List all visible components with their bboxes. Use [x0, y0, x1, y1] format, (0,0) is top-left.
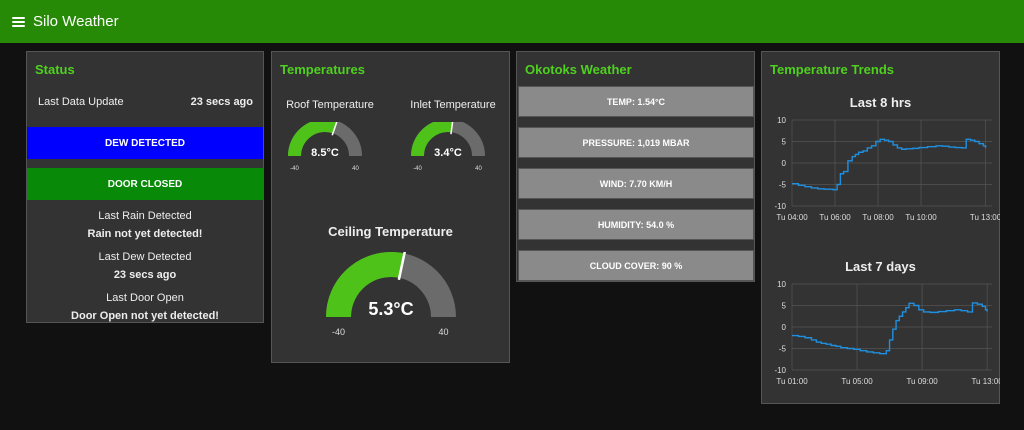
weather-card: Okotoks Weather TEMP: 1.54°C PRESSURE: 1…: [516, 51, 755, 282]
last-rain-label: Last Rain Detected: [98, 210, 192, 222]
dew-detected-button[interactable]: DEW DETECTED: [27, 127, 263, 159]
weather-title: Okotoks Weather: [525, 62, 632, 77]
trend-7days-chart: 10 5 0 -5 -10 Tu 01:00 Tu 05:00 Tu 09:00 Tu 13:0…: [774, 280, 1000, 386]
gauge-min-label: -40: [290, 166, 299, 172]
inlet-temperature-label: Inlet Temperature: [410, 99, 496, 111]
last-door-label: Last Door Open: [106, 292, 184, 304]
inlet-temperature-gauge: 3.4°C -40 40: [411, 122, 485, 172]
last-dew-label: Last Dew Detected: [98, 251, 192, 263]
top-bar: Silo Weather: [0, 0, 1024, 43]
weather-humidity-button[interactable]: HUMIDITY: 54.0 %: [518, 209, 754, 240]
trend-8hrs-chart: 10 5 0 -5 -10 Tu 04:00 Tu 06:00 Tu 08:00 Tu 10:0…: [774, 116, 1000, 222]
x-tick-label: Tu 13:00: [971, 377, 1000, 386]
y-tick-label: 0: [782, 159, 787, 168]
last-data-update-label: Last Data Update: [38, 96, 124, 108]
x-tick-label: Tu 01:00: [776, 377, 808, 386]
y-tick-label: -10: [774, 202, 786, 211]
weather-pressure-button[interactable]: PRESSURE: 1,019 MBAR: [518, 127, 754, 158]
gauge-max-label: 40: [475, 166, 482, 172]
weather-cloud-cover-button[interactable]: CLOUD COVER: 90 %: [518, 250, 754, 281]
weather-wind-button[interactable]: WIND: 7.70 KM/H: [518, 168, 754, 199]
ceiling-temperature-label: Ceiling Temperature: [328, 224, 453, 239]
ceiling-temperature-gauge: 5.3°C -40 40: [326, 252, 456, 337]
last-data-update-value: 23 secs ago: [190, 96, 253, 108]
trend-8hrs-title: Last 8 hrs: [849, 95, 912, 110]
gauge-min-label: -40: [332, 327, 345, 337]
status-card: Status Last Data Update 23 secs ago DEW …: [26, 51, 264, 323]
series-line: [792, 138, 987, 191]
x-tick-label: Tu 10:00: [905, 213, 937, 222]
roof-temperature-gauge: 8.5°C -40 40: [288, 122, 362, 172]
y-tick-label: -5: [779, 345, 787, 354]
trends-card: Temperature Trends Last 8 hrs 10 5 0 -5 -10 T…: [761, 51, 1000, 404]
roof-temperature-label: Roof Temperature: [286, 99, 374, 111]
temperatures-title: Temperatures: [280, 62, 366, 77]
series-line: [792, 302, 988, 355]
y-tick-label: 5: [782, 302, 787, 311]
y-tick-label: -5: [779, 181, 787, 190]
x-tick-label: Tu 06:00: [819, 213, 851, 222]
gauge-value: 8.5°C: [311, 147, 339, 159]
x-tick-label: Tu 04:00: [776, 213, 808, 222]
y-tick-label: 5: [782, 138, 787, 147]
trends-title: Temperature Trends: [770, 62, 895, 77]
y-tick-label: 10: [777, 116, 786, 125]
app-title: Silo Weather: [33, 13, 119, 30]
last-door-value: Door Open not yet detected!: [71, 310, 219, 322]
x-tick-label: Tu 08:00: [862, 213, 894, 222]
weather-temp-button[interactable]: TEMP: 1.54°C: [518, 86, 754, 117]
last-rain-value: Rain not yet detected!: [87, 228, 203, 240]
trend-7days-title: Last 7 days: [845, 259, 916, 274]
x-tick-label: Tu 09:00: [906, 377, 938, 386]
x-tick-label: Tu 05:00: [841, 377, 873, 386]
gauge-value: 3.4°C: [434, 147, 462, 159]
status-title: Status: [35, 62, 75, 77]
x-tick-label: Tu 13:00: [970, 213, 1000, 222]
gauge-max-label: 40: [352, 166, 359, 172]
last-dew-value: 23 secs ago: [113, 269, 177, 281]
last-data-update-row: Last Data Update 23 secs ago: [38, 96, 253, 108]
hamburger-menu-icon[interactable]: [12, 16, 25, 27]
y-tick-label: 10: [777, 280, 786, 289]
gauge-value: 5.3°C: [368, 299, 413, 319]
door-closed-button[interactable]: DOOR CLOSED: [27, 168, 263, 200]
gauge-max-label: 40: [438, 327, 448, 337]
temperatures-card: Temperatures Roof Temperature 8.5°C -40 …: [271, 51, 510, 363]
y-tick-label: -10: [774, 366, 786, 375]
y-tick-label: 0: [782, 323, 787, 332]
gauge-min-label: -40: [413, 166, 422, 172]
